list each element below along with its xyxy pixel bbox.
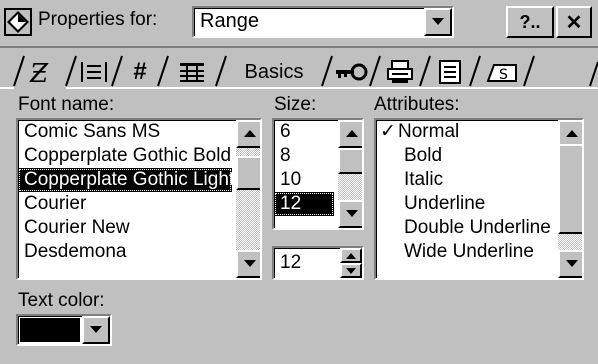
chevron-down-icon xyxy=(346,210,358,217)
title-bar: Properties for: Range ?.. ✕ xyxy=(0,0,598,46)
object-selector-value: Range xyxy=(200,10,259,32)
size-list-item-selected[interactable]: 12 xyxy=(274,192,334,216)
attribute-item[interactable]: Italic xyxy=(376,168,576,192)
tab-page[interactable] xyxy=(430,52,470,92)
attributes-label: Attributes: xyxy=(374,94,460,115)
attribute-item[interactable]: Double Underline xyxy=(376,216,576,240)
page-icon xyxy=(439,60,461,84)
printer-icon xyxy=(387,60,413,83)
tab-alignment[interactable] xyxy=(76,52,112,92)
size-label: Size: xyxy=(274,94,317,115)
tab-basics-label: Basics xyxy=(244,60,304,83)
color-swatch xyxy=(20,318,80,342)
spin-down-button[interactable] xyxy=(340,263,362,278)
key-icon xyxy=(336,63,368,81)
attributes-list-scrollbar[interactable] xyxy=(558,120,582,278)
font-name-list[interactable]: Comic Sans MS Copperplate Gothic Bold Co… xyxy=(16,118,262,280)
grid-lines-icon xyxy=(180,63,204,82)
chevron-up-icon xyxy=(566,130,578,137)
text-color-picker[interactable] xyxy=(16,314,112,346)
font-list-item[interactable]: Desdemona xyxy=(18,240,232,264)
chevron-up-icon xyxy=(244,130,256,137)
attribute-item[interactable]: Wide Underline xyxy=(376,240,576,264)
help-button[interactable]: ?.. xyxy=(506,6,554,38)
svg-text:S: S xyxy=(499,67,508,83)
font-list-item[interactable]: Courier xyxy=(18,192,232,216)
font-name-label: Font name: xyxy=(18,94,115,115)
chevron-down-icon xyxy=(90,326,102,333)
text-color-label: Text color: xyxy=(18,290,105,311)
chevron-down-icon xyxy=(566,260,578,267)
font-list-item[interactable]: Comic Sans MS xyxy=(18,120,232,144)
close-button[interactable]: ✕ xyxy=(556,6,592,38)
attribute-item[interactable]: Underline xyxy=(376,192,576,216)
number-format-icon: # xyxy=(133,58,147,85)
tab-number-format[interactable]: # xyxy=(122,52,158,92)
tab-font[interactable]: Ƶ xyxy=(24,52,66,92)
size-list-item[interactable]: 10 xyxy=(274,168,334,192)
size-list-item[interactable]: 8 xyxy=(274,144,334,168)
font-list-item[interactable]: Courier New xyxy=(18,216,232,240)
object-dropdown-button[interactable] xyxy=(424,8,452,36)
chevron-up-icon xyxy=(346,130,358,137)
properties-icon[interactable] xyxy=(4,8,32,36)
object-selector[interactable]: Range xyxy=(192,6,454,38)
scroll-up-button[interactable] xyxy=(236,120,260,148)
scroll-thumb[interactable] xyxy=(558,144,582,234)
scroll-down-button[interactable] xyxy=(558,250,582,278)
size-list[interactable]: 6 8 10 12 xyxy=(272,118,364,230)
color-dropdown-button[interactable] xyxy=(82,316,110,344)
font-style-icon: Ƶ xyxy=(29,59,49,86)
chevron-down-icon xyxy=(244,260,256,267)
properties-for-label: Properties for: xyxy=(38,9,158,30)
size-spinner[interactable]: 12 xyxy=(272,246,364,280)
alignment-icon xyxy=(81,62,107,82)
tab-basics[interactable]: Basics xyxy=(226,52,322,92)
attribute-item-checked[interactable]: ✓ Normal xyxy=(376,120,552,144)
size-list-scrollbar[interactable] xyxy=(338,120,362,228)
spin-up-button[interactable] xyxy=(340,248,362,263)
scroll-up-button[interactable] xyxy=(338,120,362,148)
font-list-item-selected[interactable]: Copperplate Gothic Light xyxy=(18,168,232,192)
checkmark-icon: ✓ xyxy=(380,121,396,142)
font-list-scrollbar[interactable] xyxy=(236,120,260,278)
chevron-up-icon xyxy=(346,252,356,259)
size-spinner-value: 12 xyxy=(280,252,302,273)
cell-icon: S xyxy=(486,64,517,83)
tab-print[interactable] xyxy=(380,52,420,92)
chevron-down-icon xyxy=(432,18,444,25)
scroll-thumb[interactable] xyxy=(236,156,260,190)
scroll-down-button[interactable] xyxy=(236,250,260,278)
tab-protection[interactable] xyxy=(332,52,370,92)
attribute-label: Normal xyxy=(398,121,460,142)
tab-strip: Ƶ # Basics S xyxy=(0,48,598,90)
font-list-item[interactable]: Copperplate Gothic Bold xyxy=(18,144,232,168)
tab-borders[interactable] xyxy=(168,52,216,92)
scroll-thumb[interactable] xyxy=(338,148,362,174)
attributes-list[interactable]: ✓ Normal Bold Italic Underline Double Und… xyxy=(374,118,584,280)
chevron-down-icon xyxy=(346,267,356,274)
scroll-down-button[interactable] xyxy=(338,200,362,228)
size-list-item[interactable]: 6 xyxy=(274,120,334,144)
attribute-item[interactable]: Bold xyxy=(376,144,576,168)
svg-text:Ƶ: Ƶ xyxy=(29,59,49,86)
tab-cell-style[interactable]: S xyxy=(480,52,524,92)
